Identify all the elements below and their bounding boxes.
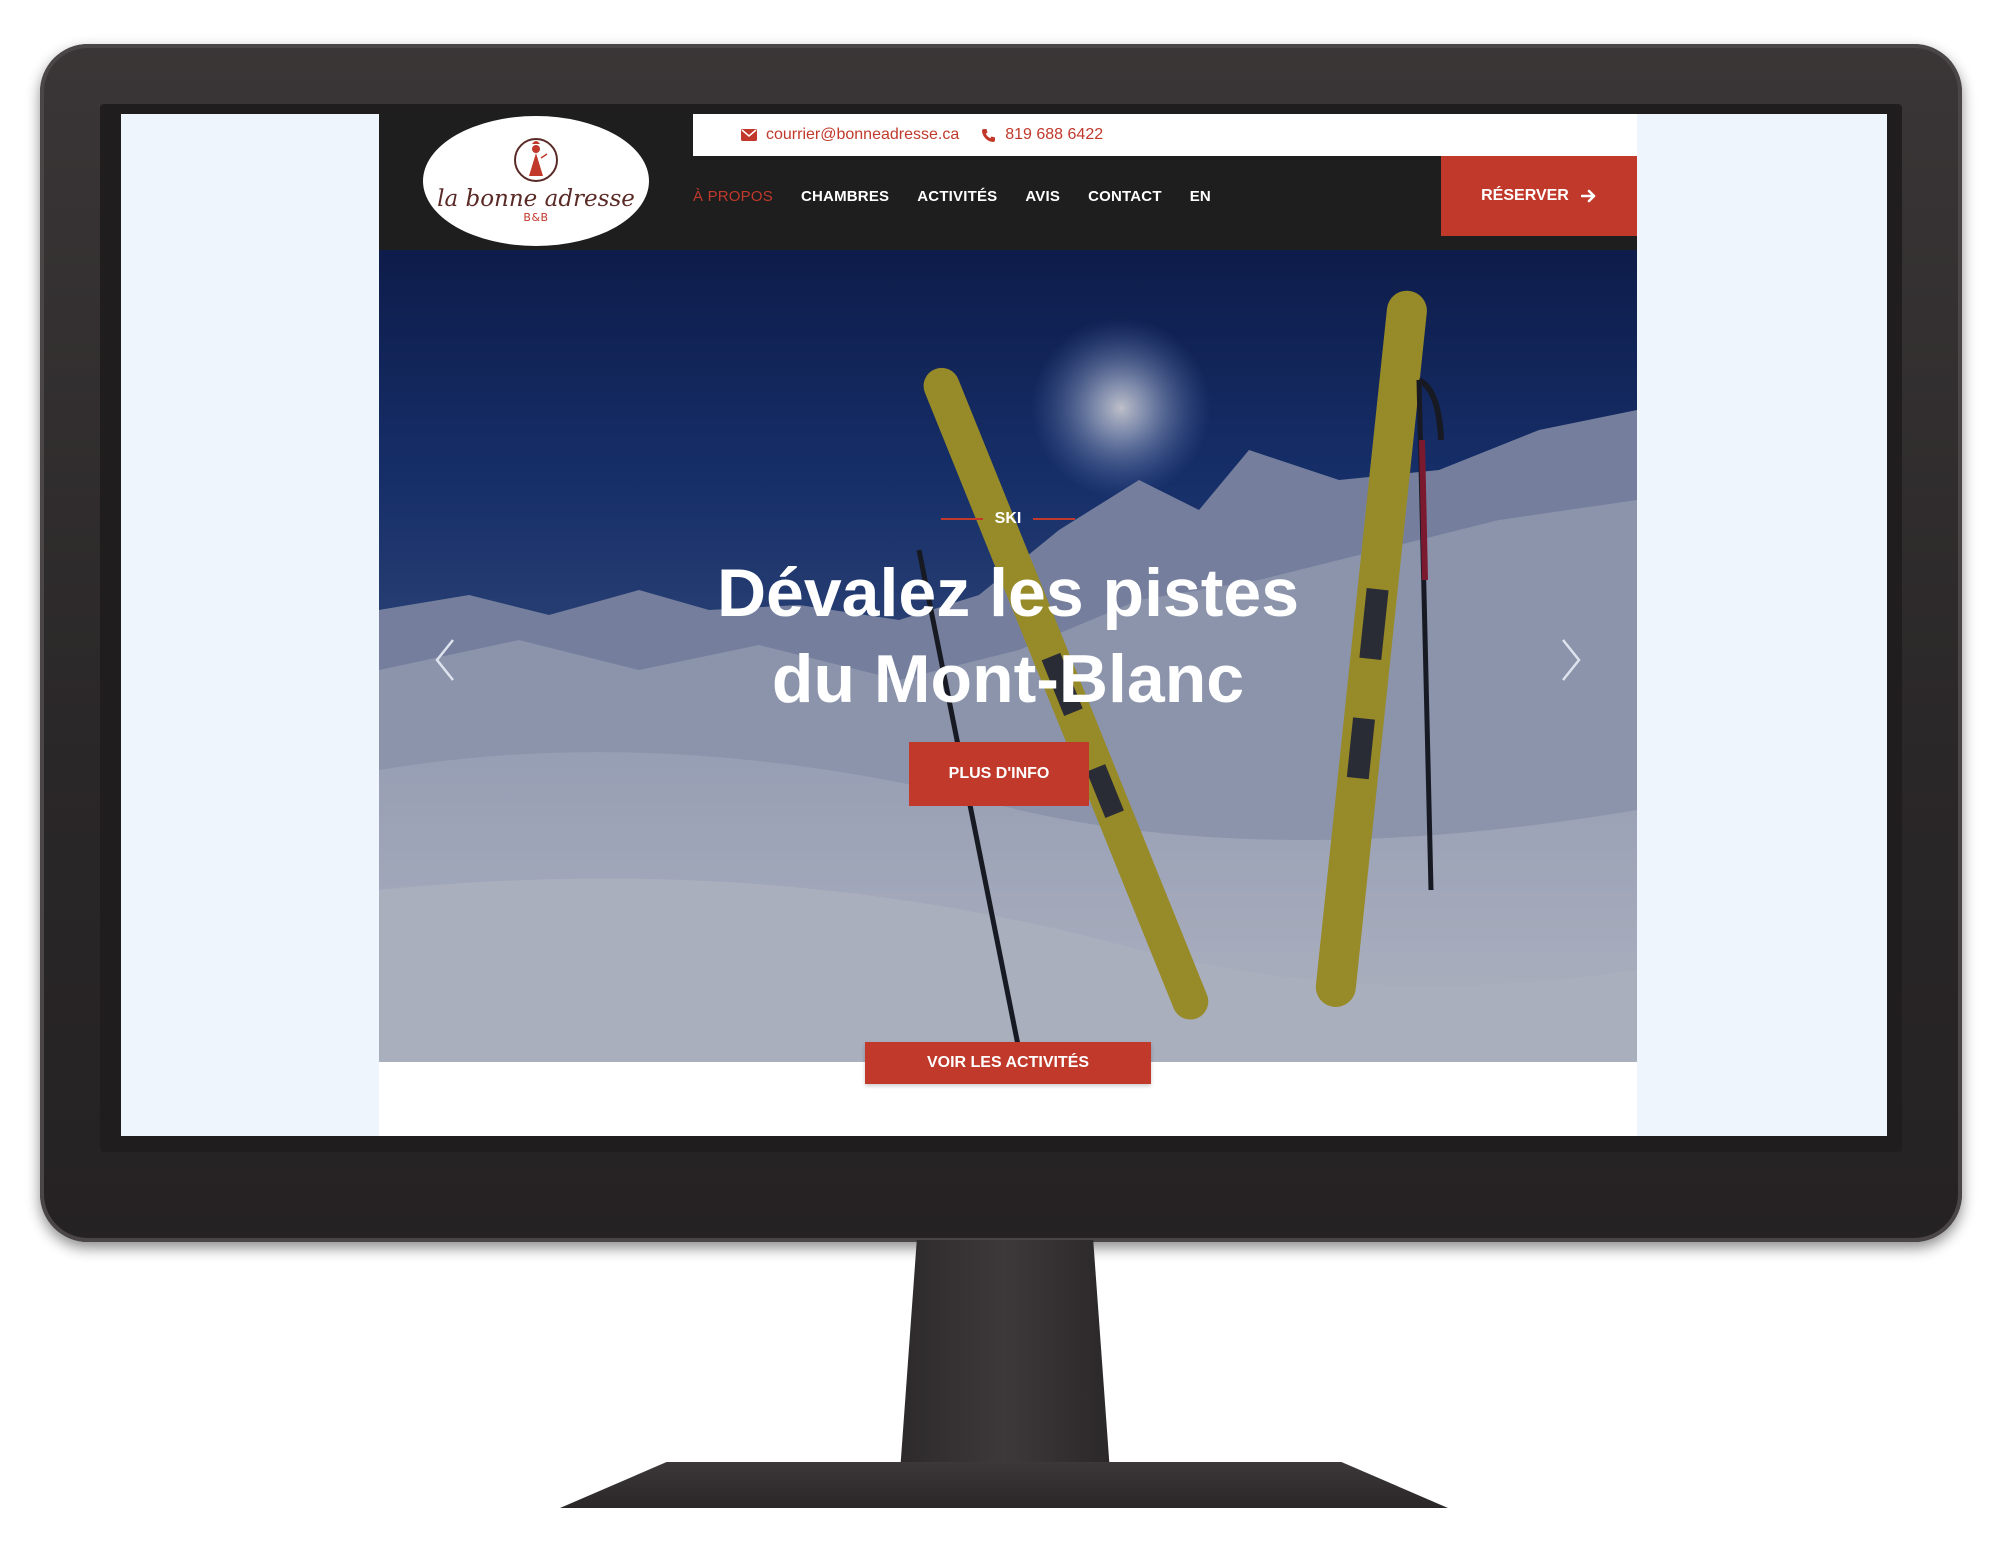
nav-item-language[interactable]: EN [1190, 188, 1211, 205]
hero-headline-line-2: du Mont-Blanc [771, 641, 1245, 717]
chevron-right-icon [1562, 639, 1581, 681]
envelope-icon [741, 129, 757, 141]
kicker-line-left [940, 518, 983, 520]
hero-headline-line-1: Dévalez les pistes [716, 555, 1300, 631]
hero-kicker: SKI [379, 510, 1637, 528]
monitor-screen: la bonne adresse B&B courrier@bonneadres… [121, 114, 1887, 1136]
kicker-line-right [1033, 518, 1076, 520]
email-link[interactable]: courrier@bonneadresse.ca [741, 126, 959, 144]
email-text: courrier@bonneadresse.ca [766, 126, 960, 143]
reserve-button[interactable]: RÉSERVER [1441, 156, 1637, 236]
site-header: la bonne adresse B&B courrier@bonneadres… [379, 114, 1637, 250]
website: la bonne adresse B&B courrier@bonneadres… [379, 114, 1637, 1136]
monitor-stand-neck [900, 1240, 1110, 1472]
nav-item-a-propos[interactable]: À PROPOS [693, 188, 773, 205]
main-nav: À PROPOS CHAMBRES ACTIVITÉS AVIS CONTACT… [693, 156, 1239, 236]
slider-next-button[interactable] [1551, 630, 1591, 690]
phone-link[interactable]: 819 688 6422 [981, 126, 1103, 144]
nav-item-contact[interactable]: CONTACT [1088, 188, 1162, 205]
slider-prev-button[interactable] [425, 630, 465, 690]
see-activities-button[interactable]: VOIR LES ACTIVITÉS [865, 1042, 1151, 1084]
nav-item-chambres[interactable]: CHAMBRES [801, 188, 889, 205]
hero-slider: SKI Dévalez les pistes du Mont-Blanc PLU… [379, 250, 1637, 1062]
logo-subtitle: B&B [523, 211, 549, 224]
phone-icon [982, 128, 996, 142]
hero-headline: Dévalez les pistes du Mont-Blanc [379, 550, 1637, 722]
contact-topbar: courrier@bonneadresse.ca 819 688 6422 [693, 114, 1637, 156]
kicker-text: SKI [994, 510, 1022, 527]
reserve-label: RÉSERVER [1481, 187, 1569, 204]
arrow-right-icon [1580, 189, 1596, 203]
nav-item-avis[interactable]: AVIS [1025, 188, 1060, 205]
phone-text: 819 688 6422 [1005, 126, 1104, 143]
chevron-left-icon [435, 639, 454, 681]
monitor-stand-base [560, 1462, 1448, 1508]
lady-logo-icon [514, 138, 558, 182]
logo[interactable]: la bonne adresse B&B [423, 116, 649, 246]
more-info-button[interactable]: PLUS D'INFO [909, 742, 1089, 806]
nav-item-activites[interactable]: ACTIVITÉS [917, 188, 997, 205]
logo-name: la bonne adresse [437, 186, 635, 212]
